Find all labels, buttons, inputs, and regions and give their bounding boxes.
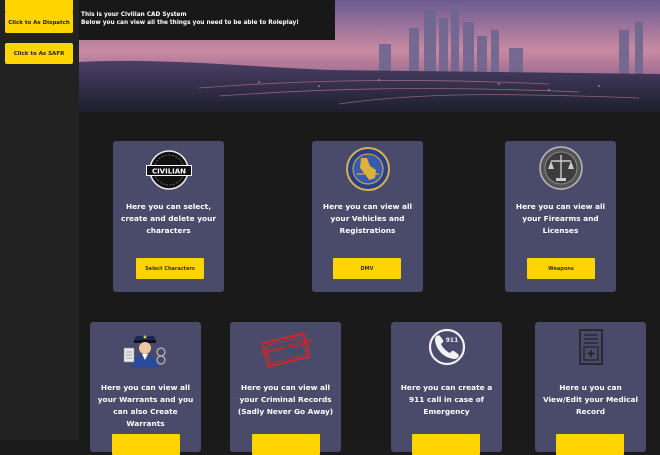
criminal-record-stamp-icon: CRIMINAL RECORD (260, 332, 312, 368)
dmv-button[interactable]: DMV (333, 258, 401, 279)
weapons-button[interactable]: Weapons (527, 258, 595, 279)
medical-record-button[interactable] (556, 434, 624, 455)
civilian-badge-text: CIVILIAN (152, 168, 186, 176)
emergency-call-button[interactable] (412, 434, 480, 455)
justice-seal-icon (539, 146, 583, 190)
police-officer-icon (123, 335, 166, 368)
warrants-card: Here you can view all your Warrants and … (90, 322, 201, 455)
dmv-seal-icon (346, 147, 390, 191)
phone-911-icon: 911 (428, 328, 466, 366)
card-description: Here you can view all your Vehicles and … (322, 202, 413, 235)
card-description: Here you can view all your Warrants and … (97, 383, 194, 428)
sidebar: Click to As Dispatch Click to As SAFR (0, 0, 79, 440)
criminal-records-button[interactable] (252, 434, 320, 455)
warrants-button[interactable] (112, 434, 180, 455)
criminal-records-card: CRIMINAL RECORD Here you can view all yo… (230, 322, 341, 455)
safr-button[interactable]: Click to As SAFR (5, 43, 73, 64)
card-description: Here you can view all your Firearms and … (515, 202, 606, 235)
hero-banner: This is your Civilian CAD System Below y… (79, 0, 660, 112)
card-description: Here you can select, create and delete y… (120, 202, 217, 235)
select-characters-button[interactable]: Select Characters (136, 258, 204, 279)
firearms-card: Here you can view all your Firearms and … (505, 141, 616, 292)
civilian-badge-icon: CIVILIAN (146, 150, 192, 190)
badge-911-text: 911 (446, 337, 459, 344)
intro-title: This is your Civilian CAD System (81, 12, 187, 18)
intro-subtitle: Below you can view all the things you ne… (81, 20, 299, 26)
card-description: Here u you can View/Edit your Medical Re… (542, 383, 639, 416)
card-description: Here you can view all your Criminal Reco… (237, 383, 334, 416)
emergency-call-card: 911 Here you can create a 911 call in ca… (391, 322, 502, 455)
intro-panel: This is your Civilian CAD System Below y… (79, 0, 335, 40)
medical-record-icon (579, 329, 603, 365)
characters-card: CIVILIAN Here you can select, create and… (113, 141, 224, 292)
medical-record-card: Here u you can View/Edit your Medical Re… (535, 322, 646, 455)
dispatch-button[interactable]: Click to As Dispatch (5, 12, 73, 33)
vehicles-card: Here you can view all your Vehicles and … (312, 141, 423, 292)
card-description: Here you can create a 911 call in case o… (400, 383, 493, 416)
main-content: This is your Civilian CAD System Below y… (79, 0, 660, 455)
